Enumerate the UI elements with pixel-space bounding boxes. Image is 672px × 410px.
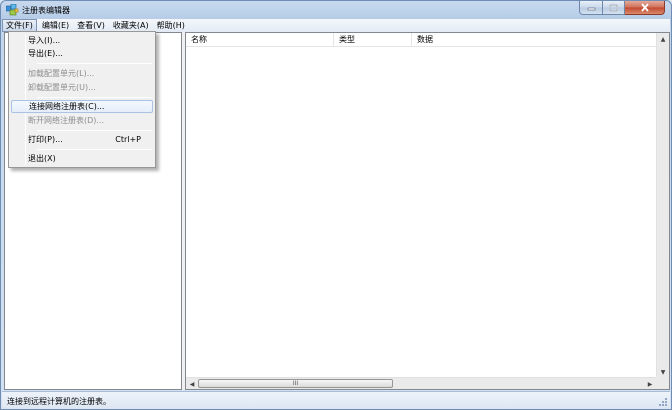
minimize-button[interactable] (579, 1, 603, 15)
scroll-right-icon[interactable]: ▶ (644, 378, 656, 390)
menu-item-label: 导入(I)... (28, 36, 61, 45)
menu-item-label: 加载配置单元(L)... (28, 69, 95, 78)
menu-item-label: 卸载配置单元(U)... (28, 83, 96, 92)
menu-item-unload-hive[interactable]: 卸载配置单元(U)... (11, 81, 153, 94)
size-grip-icon[interactable] (658, 397, 668, 407)
horizontal-scroll-thumb[interactable]: III (198, 379, 393, 388)
menu-separator (37, 130, 152, 131)
regedit-app-icon (6, 4, 19, 16)
menu-item-exit[interactable]: 退出(X) (11, 152, 153, 165)
horizontal-scrollbar[interactable]: ◀ III ▶ (186, 377, 656, 389)
status-text: 连接到远程计算机的注册表。 (7, 397, 111, 406)
scroll-left-icon[interactable]: ◀ (186, 378, 198, 390)
close-icon (640, 3, 649, 12)
values-list-pane[interactable]: 名称 类型 数据 ▲ ▼ ◀ III ▶ (185, 32, 670, 390)
column-header-name[interactable]: 名称 (186, 33, 334, 47)
column-header-data[interactable]: 数据 (412, 33, 656, 47)
menu-item-print[interactable]: 打印(P)... Ctrl+P (11, 133, 153, 146)
menu-item-label: 连接网络注册表(C)... (29, 102, 105, 111)
vertical-scrollbar[interactable]: ▲ ▼ (656, 33, 669, 378)
menu-item-connect-network-registry[interactable]: 连接网络注册表(C)... (11, 100, 153, 113)
status-bar: 连接到远程计算机的注册表。 (2, 391, 670, 409)
menu-item-load-hive[interactable]: 加载配置单元(L)... (11, 67, 153, 80)
menu-item-label: 断开网络注册表(D)... (28, 116, 105, 125)
menu-item-export[interactable]: 导出(E)... (11, 47, 153, 60)
menu-item-import[interactable]: 导入(I)... (11, 34, 153, 47)
column-header-type[interactable]: 类型 (334, 33, 412, 47)
menu-help[interactable]: 帮助(H) (154, 19, 188, 32)
menu-item-label: 退出(X) (28, 154, 56, 163)
maximize-icon (609, 3, 618, 12)
menu-separator (37, 97, 152, 98)
menu-separator (37, 149, 152, 150)
minimize-icon (587, 7, 595, 11)
window-title: 注册表编辑器 (22, 6, 70, 15)
file-menu-dropdown: 导入(I)... 导出(E)... 加载配置单元(L)... 卸载配置单元(U)… (8, 31, 156, 168)
caption-buttons (579, 1, 665, 15)
maximize-button[interactable] (603, 1, 625, 15)
title-bar[interactable]: 注册表编辑器 (1, 1, 671, 19)
menu-separator (37, 63, 152, 64)
menu-item-label: 导出(E)... (28, 49, 63, 58)
scroll-up-icon[interactable]: ▲ (657, 33, 669, 45)
scrollbar-corner (656, 377, 669, 389)
column-headers: 名称 类型 数据 (186, 33, 656, 47)
menu-item-label: 打印(P)... (28, 135, 63, 144)
menu-item-disconnect-network-registry[interactable]: 断开网络注册表(D)... (11, 114, 153, 127)
print-shortcut: Ctrl+P (115, 135, 141, 144)
close-button[interactable] (625, 1, 665, 15)
